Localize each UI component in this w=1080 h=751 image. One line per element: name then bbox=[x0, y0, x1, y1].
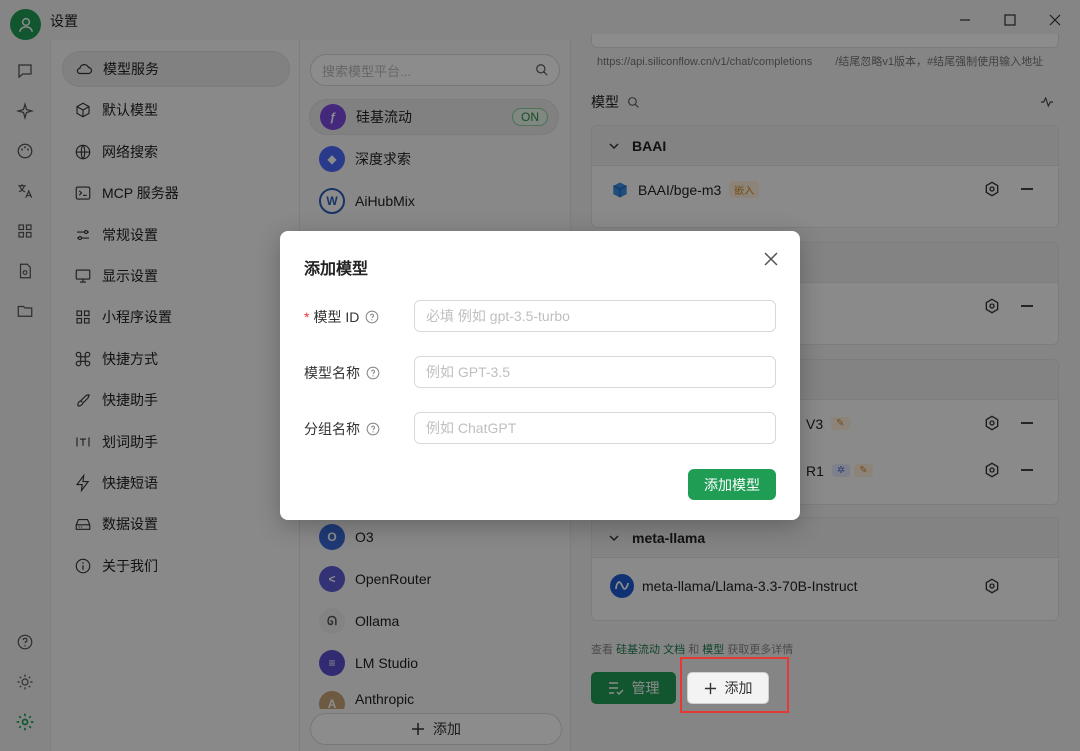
model-id-input[interactable] bbox=[414, 300, 776, 332]
add-model-dialog: 添加模型 * 模型 ID 模型名称 分组名称 添加模型 bbox=[280, 231, 800, 520]
model-name-input[interactable] bbox=[414, 356, 776, 388]
help-circle-icon[interactable] bbox=[366, 422, 380, 436]
field-label: 模型 ID bbox=[313, 309, 360, 325]
field-label: 分组名称 bbox=[304, 421, 360, 437]
dialog-title: 添加模型 bbox=[304, 261, 369, 278]
group-name-input[interactable] bbox=[414, 412, 776, 444]
submit-add-model-button[interactable]: 添加模型 bbox=[688, 469, 776, 500]
group-name-label: 分组名称 bbox=[304, 419, 380, 439]
highlight-box bbox=[680, 657, 789, 713]
model-name-label: 模型名称 bbox=[304, 363, 380, 383]
help-circle-icon[interactable] bbox=[365, 310, 379, 324]
close-icon[interactable] bbox=[762, 250, 780, 268]
help-circle-icon[interactable] bbox=[366, 366, 380, 380]
required-marker: * bbox=[304, 309, 310, 325]
model-id-label: * 模型 ID bbox=[304, 307, 379, 327]
field-label: 模型名称 bbox=[304, 365, 360, 381]
